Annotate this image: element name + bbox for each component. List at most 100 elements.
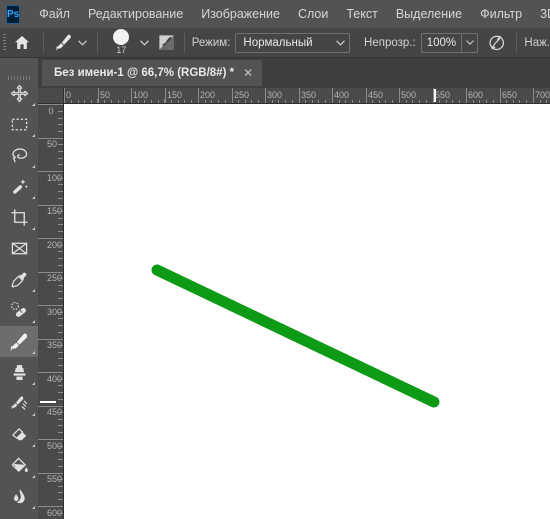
hruler-label: 550 (435, 90, 451, 100)
brush-tip-preview-icon (113, 28, 130, 45)
tool-rectangular-marquee[interactable] (0, 109, 38, 140)
vruler-label: 300 (47, 307, 63, 317)
tool-flyout-indicator (32, 103, 35, 106)
menu-item-image[interactable]: Изображение (192, 4, 289, 24)
hruler-label: 700 (535, 90, 550, 100)
tool-healing-brush[interactable] (0, 295, 38, 326)
vruler-label: 150 (47, 206, 63, 216)
tool-options-bar: 17 Режим: Нормальный Непрозр.: 100% Наж. (0, 28, 550, 58)
vruler-label: 200 (47, 240, 63, 250)
eyedropper-tool-icon (10, 272, 26, 288)
chevron-down-icon (465, 40, 474, 45)
brush-tool-icon (10, 333, 28, 351)
divider (96, 32, 98, 53)
photoshop-logo-icon: Ps (6, 4, 21, 24)
tool-flyout-indicator (32, 196, 35, 199)
tool-lasso[interactable] (0, 140, 38, 171)
crop-tool-icon (10, 209, 28, 226)
tool-flyout-indicator (32, 382, 35, 385)
tools-panel-grip[interactable] (0, 58, 38, 80)
tools-panel (0, 58, 38, 519)
current-tool-icon-button[interactable] (51, 30, 76, 56)
canvas-artwork (151, 264, 440, 408)
vruler-label: 250 (47, 273, 63, 283)
document-canvas[interactable] (64, 104, 550, 519)
hruler-label: 200 (200, 90, 216, 100)
brush-settings-panel-button[interactable] (155, 33, 176, 53)
hruler-label: 50 (100, 90, 111, 100)
tool-flyout-indicator (32, 289, 35, 292)
menu-item-filter[interactable]: Фильтр (471, 4, 531, 24)
horizontal-ruler-cursor-marker (434, 89, 436, 102)
document-tab-bar: » Без имени-1 @ 66,7% (RGB/8#) * ✕ (0, 58, 550, 88)
tool-dodge[interactable] (0, 512, 38, 519)
tool-move[interactable] (0, 78, 38, 109)
tool-eraser[interactable] (0, 419, 38, 450)
tool-brush[interactable] (0, 326, 38, 357)
blur-tool-icon (13, 489, 25, 504)
tool-clone-stamp[interactable] (0, 357, 38, 388)
vertical-ruler-cursor-marker (40, 401, 56, 403)
home-button[interactable] (9, 30, 36, 56)
menu-item-edit[interactable]: Редактирование (79, 4, 192, 24)
tool-crop[interactable] (0, 202, 38, 233)
brush-preset-picker[interactable]: 17 (105, 28, 138, 58)
vruler-label: 550 (47, 474, 63, 484)
menu-item-file[interactable]: Файл (30, 4, 79, 24)
vruler-label: 100 (47, 173, 63, 183)
options-bar-grip[interactable] (0, 28, 9, 58)
tool-flyout-indicator (32, 506, 35, 509)
hruler-label: 650 (502, 90, 518, 100)
vruler-label: 50 (47, 139, 58, 149)
history-brush-tool-icon (10, 396, 27, 410)
menu-item-layers[interactable]: Слои (289, 4, 337, 24)
menu-item-3d[interactable]: 3D (531, 4, 550, 24)
tool-magic-wand[interactable] (0, 171, 38, 202)
tool-history-brush[interactable] (0, 388, 38, 419)
hruler-label: 150 (167, 90, 183, 100)
lasso-tool-icon (11, 148, 27, 163)
vruler-label: 500 (47, 441, 63, 451)
close-icon[interactable]: ✕ (243, 67, 253, 79)
hruler-label: 400 (334, 90, 350, 100)
green-brush-stroke (151, 264, 440, 408)
brush-tool-dropdown-chevron[interactable] (76, 30, 90, 56)
tool-flyout-indicator (32, 134, 35, 137)
vruler-label: 600 (47, 508, 63, 518)
opacity-dropdown-chevron[interactable] (462, 32, 479, 53)
eraser-tool-icon (11, 428, 26, 441)
vertical-ruler[interactable]: 0 50 100 150 200 250 300 350 400 450 500… (38, 104, 64, 519)
rectangular-marquee-tool-icon (11, 118, 27, 131)
move-tool-icon (10, 84, 28, 103)
ruler-corner[interactable] (38, 88, 64, 104)
airbrush-icon (489, 35, 505, 51)
menu-bar: Ps Файл Редактирование Изображение Слои … (0, 0, 550, 28)
document-tab[interactable]: Без имени-1 @ 66,7% (RGB/8#) * ✕ (42, 60, 263, 86)
blend-mode-label: Режим: (191, 36, 231, 49)
tool-flyout-indicator (32, 444, 35, 447)
tool-blur[interactable] (0, 481, 38, 512)
horizontal-ruler[interactable]: 0 50 100 150 200 250 300 350 400 450 500… (64, 88, 550, 104)
chevron-down-icon (78, 39, 88, 46)
brush-size-value: 17 (116, 44, 127, 55)
hruler-label: 300 (267, 90, 283, 100)
tool-gradient[interactable] (0, 450, 38, 481)
blend-mode-value: Нормальный (243, 36, 313, 49)
tool-frame[interactable] (0, 233, 38, 264)
hruler-label: 450 (368, 90, 384, 100)
chevron-down-icon (140, 39, 149, 46)
opacity-input[interactable]: 100% (420, 32, 463, 53)
brush-preset-dropdown-chevron[interactable] (138, 30, 152, 56)
hruler-label: 100 (133, 90, 149, 100)
pressure-label: Наж. (524, 36, 550, 49)
opacity-label: Непрозр.: (364, 36, 416, 49)
blend-mode-select[interactable]: Нормальный (235, 32, 351, 53)
brush-settings-panel-icon (158, 35, 174, 50)
tool-eyedropper[interactable] (0, 264, 38, 295)
vruler-label: 350 (47, 340, 63, 350)
divider (42, 32, 44, 53)
airbrush-toggle-button[interactable] (486, 32, 509, 54)
menu-item-type[interactable]: Текст (337, 4, 386, 24)
hruler-label: 350 (301, 90, 317, 100)
menu-item-select[interactable]: Выделение (387, 4, 471, 24)
